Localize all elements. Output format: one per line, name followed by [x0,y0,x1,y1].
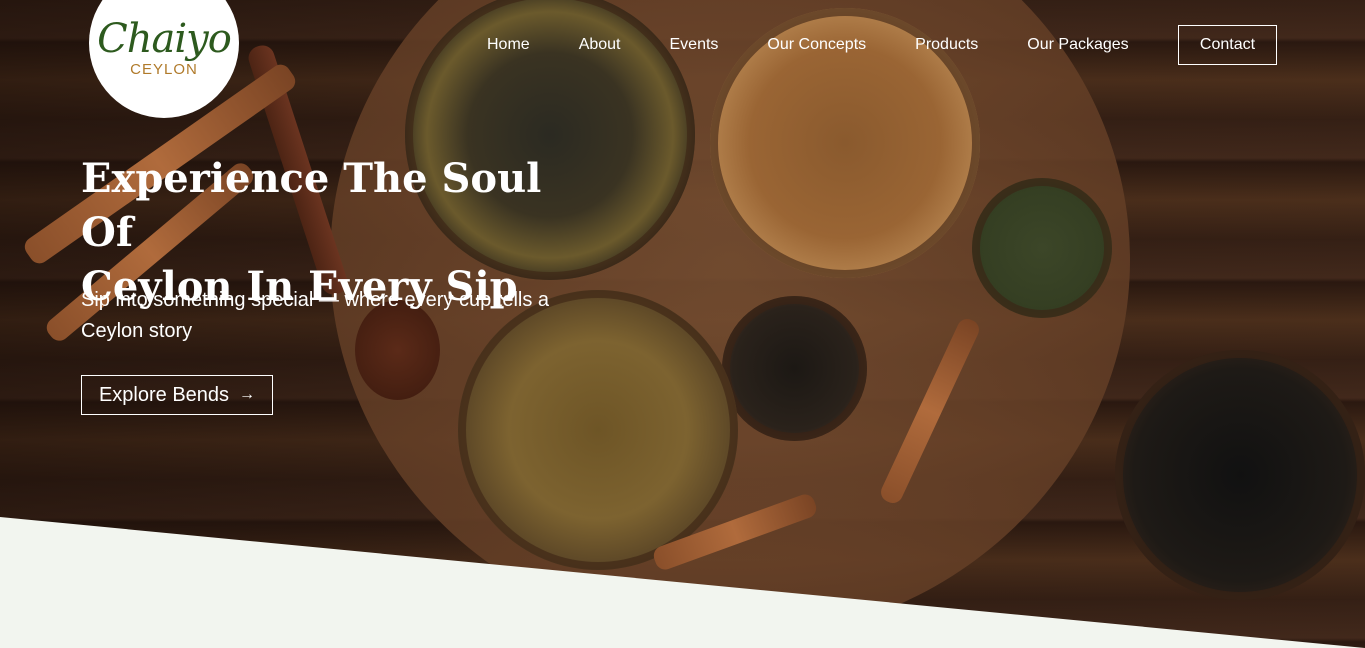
nav-item-products[interactable]: Products [915,36,978,54]
nav-item-our-packages[interactable]: Our Packages [1027,36,1128,54]
explore-button-label: Explore Bends [98,383,230,406]
logo-script-text: Chaiyo [97,16,232,62]
nav-item-about[interactable]: About [579,36,621,54]
green-tea-bowl-image [972,178,1112,318]
logo-sub-text: CEYLON [130,61,198,78]
nav-item-events[interactable]: Events [670,36,719,54]
explore-blends-button[interactable]: Explore Bends → [81,375,273,415]
hero-title-line-1: Experience The Soul Of [81,155,542,256]
dark-leaves-bowl-image [1115,350,1365,600]
black-tea-bowl-image [722,296,867,441]
nav-item-home[interactable]: Home [487,36,530,54]
nav-item-our-concepts[interactable]: Our Concepts [767,36,866,54]
main-nav: Home About Events Our Concepts Products … [466,25,1129,65]
arrow-right-icon: → [239,386,256,403]
contact-button[interactable]: Contact [1178,25,1277,65]
hero-subtitle: Sip into something special — where every… [81,289,550,342]
